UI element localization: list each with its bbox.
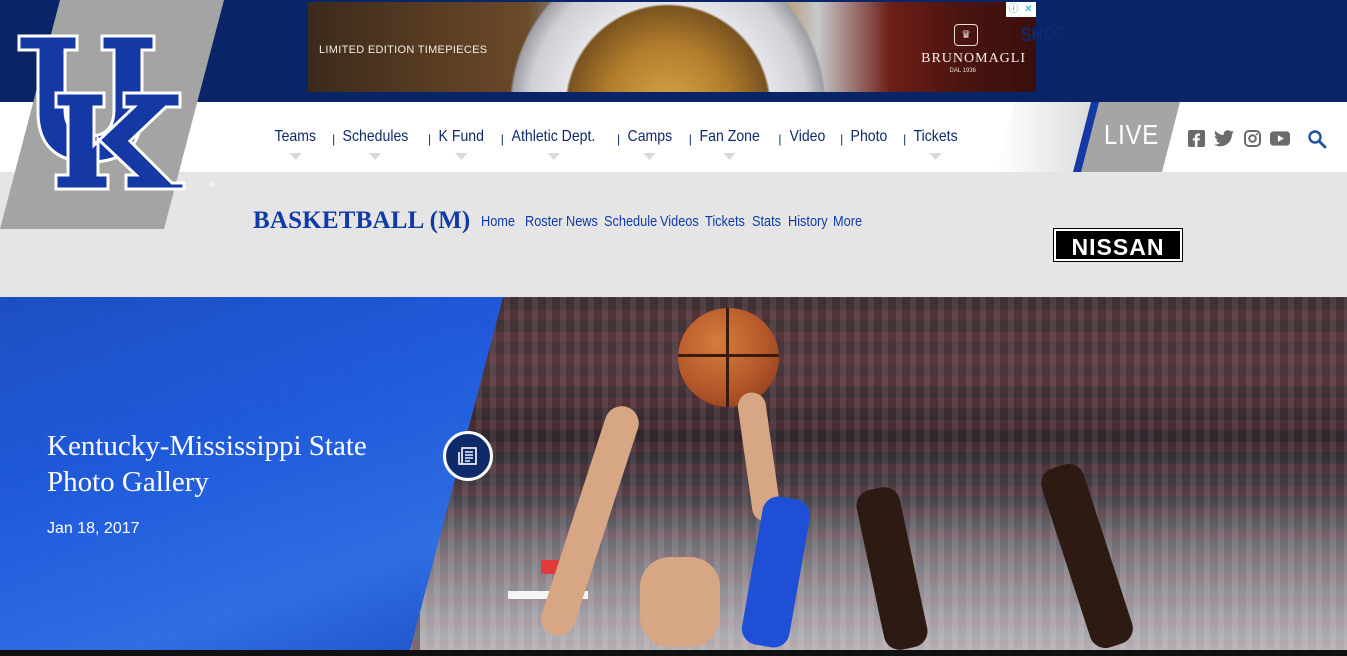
nav-item-label: Athletic Dept.	[511, 128, 596, 145]
subnav-roster[interactable]: Roster	[525, 213, 563, 230]
facebook-icon[interactable]	[1186, 128, 1206, 148]
ad-watch-image	[478, 2, 858, 92]
ad-crest-icon: ♛	[954, 24, 978, 46]
basketball-image	[678, 308, 779, 407]
nav-item-label: Photo	[850, 128, 888, 145]
nav-item-label: Video	[789, 128, 825, 145]
ad-brand-sub: DAL 1936	[949, 68, 976, 74]
nav-item-tickets[interactable]: Tickets	[903, 128, 968, 160]
youtube-icon[interactable]	[1270, 128, 1290, 148]
caret-icon	[289, 153, 302, 160]
subnav-history[interactable]: History	[788, 213, 828, 230]
ad-controls: ⓘ ✕	[1006, 2, 1036, 17]
nav-item-k-fund[interactable]: K Fund	[428, 128, 495, 160]
caret-icon	[929, 153, 942, 160]
subnav-videos[interactable]: Videos	[660, 213, 699, 230]
nav-item-schedules[interactable]: Schedules	[332, 128, 419, 160]
registered-mark: ®	[209, 180, 215, 189]
subnav-tickets[interactable]: Tickets	[705, 213, 745, 230]
nav-item-label: Camps	[627, 128, 673, 145]
caret-icon	[547, 153, 560, 160]
player-face	[640, 557, 720, 647]
nav-item-video[interactable]: Video	[779, 128, 836, 146]
live-link[interactable]: LIVE	[1104, 119, 1159, 151]
ad-brand: BRUNOMAGLI	[921, 51, 1026, 66]
nav-item-fan-zone[interactable]: Fan Zone	[689, 128, 770, 160]
bottom-edge	[0, 650, 1347, 656]
subnav-home[interactable]: Home	[481, 213, 515, 230]
caret-icon	[643, 153, 657, 160]
nav-item-athletic-dept[interactable]: Athletic Dept.	[501, 128, 606, 160]
sport-subnav: Home Roster News Schedule Videos Tickets…	[481, 213, 867, 230]
instagram-icon[interactable]	[1242, 128, 1262, 148]
subnav-schedule[interactable]: Schedule	[604, 213, 657, 230]
nav-item-label: Fan Zone	[699, 128, 760, 145]
subnav-news[interactable]: News	[566, 213, 598, 230]
nav-item-label: Schedules	[342, 128, 409, 145]
gallery-button[interactable]	[443, 431, 493, 481]
hero-title[interactable]: Kentucky-Mississippi State Photo Gallery	[47, 428, 427, 500]
nav-item-teams[interactable]: Teams	[264, 128, 327, 160]
nav-item-label: K Fund	[438, 128, 485, 145]
nav-item-photo[interactable]: Photo	[840, 128, 898, 146]
subnav-more[interactable]: More	[833, 213, 862, 230]
caret-icon	[723, 153, 736, 160]
caret-icon	[455, 153, 468, 160]
gallery-icon	[458, 447, 477, 465]
nav-item-camps[interactable]: Camps	[617, 128, 683, 160]
search-icon[interactable]	[1307, 129, 1327, 154]
social-links	[1186, 128, 1290, 148]
subnav-stats[interactable]: Stats	[752, 213, 781, 230]
sponsor-logo[interactable]: NISSAN	[1053, 228, 1183, 262]
ad-info-icon[interactable]: ⓘ	[1006, 2, 1021, 17]
nav-item-label: Teams	[274, 128, 317, 145]
shop-link[interactable]: SHOP	[1021, 24, 1066, 47]
main-nav: Teams | Schedules | K Fund | Athletic De…	[264, 102, 977, 172]
ad-banner[interactable]: LIMITED EDITION TIMEPIECES ♛ BRUNOMAGLI …	[308, 2, 1036, 92]
caret-icon	[369, 153, 382, 160]
nav-item-label: Tickets	[913, 128, 958, 145]
uk-logo[interactable]	[16, 33, 206, 196]
hero-date: Jan 18, 2017	[47, 520, 140, 537]
ad-close-icon[interactable]: ✕	[1021, 2, 1036, 17]
ad-tagline: LIMITED EDITION TIMEPIECES	[319, 44, 488, 56]
sport-title[interactable]: BASKETBALL (M)	[253, 207, 470, 235]
twitter-icon[interactable]	[1214, 128, 1234, 148]
